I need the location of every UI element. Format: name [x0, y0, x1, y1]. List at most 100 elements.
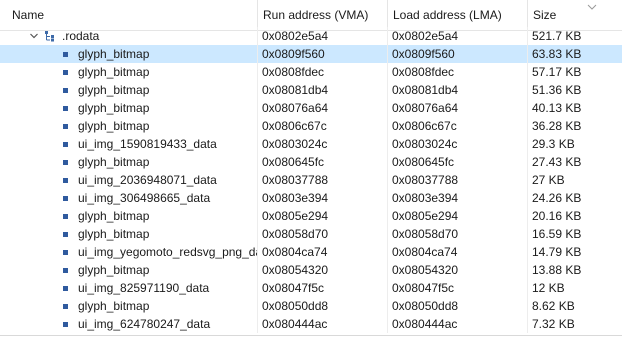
load-address-cell: 0x08081db4 [387, 81, 527, 99]
run-address-cell: 0x08076a64 [257, 99, 387, 117]
size-cell: 57.17 KB [527, 63, 622, 81]
symbol-row[interactable]: glyph_bitmap 0x08054320 0x08054320 13.88 KB [0, 261, 622, 279]
symbol-name: ui_img_825971190_data [78, 281, 210, 295]
name-cell: glyph_bitmap [0, 225, 257, 243]
size-cell: 27.43 KB [527, 153, 622, 171]
table-bottom-border [0, 335, 622, 336]
symbol-row[interactable]: ui_img_1590819433_data 0x0803024c 0x080302… [0, 135, 622, 153]
load-address-cell: 0x0803e394 [387, 189, 527, 207]
symbol-square-icon [63, 160, 68, 165]
symbol-name: glyph_bitmap [78, 227, 150, 241]
chevron-down-icon[interactable] [29, 27, 39, 45]
symbol-square-icon [63, 214, 68, 219]
name-cell: glyph_bitmap [0, 63, 257, 81]
name-cell: ui_img_1590819433_data [0, 135, 257, 153]
load-address-cell: 0x08047f5c [387, 279, 527, 297]
symbol-row[interactable]: ui_img_825971190_data 0x08047f5c 0x08047f5… [0, 279, 622, 297]
symbol-row[interactable]: ui_img_306498665_data 0x0803e394 0x0803e39… [0, 189, 622, 207]
column-header-run-address[interactable]: Run address (VMA) [257, 0, 387, 30]
symbol-square-icon [63, 142, 68, 147]
symbol-name: glyph_bitmap [78, 155, 150, 169]
run-address-cell: 0x0803e394 [257, 189, 387, 207]
run-address-cell: 0x080444ac [257, 315, 387, 333]
size-cell: 40.13 KB [527, 99, 622, 117]
run-address-cell: 0x08050dd8 [257, 297, 387, 315]
symbol-row[interactable]: ui_img_624780247_data 0x080444ac 0x080444a… [0, 315, 622, 333]
load-address-cell: 0x08050dd8 [387, 297, 527, 315]
run-address-cell: 0x0806c67c [257, 117, 387, 135]
symbol-name: ui_img_yegomoto_redsvg_png_data [78, 245, 257, 259]
symbol-name: glyph_bitmap [78, 299, 150, 313]
name-cell: glyph_bitmap [0, 297, 257, 315]
symbol-row[interactable]: glyph_bitmap 0x0809f560 0x0809f560 63.83 KB [0, 45, 622, 63]
name-cell: ui_img_825971190_data [0, 279, 257, 297]
symbol-square-icon [63, 70, 68, 75]
symbol-name: ui_img_306498665_data [78, 191, 211, 205]
symbol-name: glyph_bitmap [78, 47, 150, 61]
symbol-square-icon [63, 286, 68, 291]
load-address-cell: 0x0802e5a4 [387, 27, 527, 45]
load-address-cell: 0x0809f560 [387, 45, 527, 63]
run-address-cell: 0x08047f5c [257, 279, 387, 297]
symbol-name: glyph_bitmap [78, 263, 150, 277]
size-cell: 51.36 KB [527, 81, 622, 99]
column-header-name[interactable]: Name [0, 0, 257, 30]
load-address-cell: 0x0804ca74 [387, 243, 527, 261]
symbol-name: glyph_bitmap [78, 209, 150, 223]
symbol-square-icon [63, 250, 68, 255]
table-body: .rodata 0x0802e5a4 0x0802e5a4 521.7 KB g… [0, 27, 622, 333]
run-address-cell: 0x0803024c [257, 135, 387, 153]
section-label: .rodata [62, 29, 100, 43]
symbol-row[interactable]: glyph_bitmap 0x0808fdec 0x0808fdec 57.17 KB [0, 63, 622, 81]
name-cell: glyph_bitmap [0, 153, 257, 171]
symbol-name: glyph_bitmap [78, 65, 150, 79]
sort-descending-icon[interactable] [587, 3, 597, 11]
symbol-row[interactable]: glyph_bitmap 0x08081db4 0x08081db4 51.36 KB [0, 81, 622, 99]
size-cell: 63.83 KB [527, 45, 622, 63]
size-cell: 20.16 KB [527, 207, 622, 225]
symbol-square-icon [63, 88, 68, 93]
name-cell: ui_img_306498665_data [0, 189, 257, 207]
load-address-cell: 0x08037788 [387, 171, 527, 189]
symbol-square-icon [63, 196, 68, 201]
load-address-cell: 0x0803024c [387, 135, 527, 153]
symbol-row[interactable]: glyph_bitmap 0x08076a64 0x08076a64 40.13 KB [0, 99, 622, 117]
run-address-cell: 0x0802e5a4 [257, 27, 387, 45]
run-address-cell: 0x0804ca74 [257, 243, 387, 261]
symbol-row[interactable]: ui_img_yegomoto_redsvg_png_data 0x0804ca7… [0, 243, 622, 261]
size-cell: 27 KB [527, 171, 622, 189]
symbol-row[interactable]: glyph_bitmap 0x08058d70 0x08058d70 16.59 KB [0, 225, 622, 243]
name-cell: glyph_bitmap [0, 207, 257, 225]
symbol-name: glyph_bitmap [78, 119, 150, 133]
run-address-cell: 0x08058d70 [257, 225, 387, 243]
load-address-cell: 0x080645fc [387, 153, 527, 171]
size-cell: 29.3 KB [527, 135, 622, 153]
symbol-square-icon [63, 178, 68, 183]
run-address-cell: 0x0809f560 [257, 45, 387, 63]
name-cell: ui_img_624780247_data [0, 315, 257, 333]
load-address-cell: 0x08058d70 [387, 225, 527, 243]
symbol-square-icon [63, 304, 68, 309]
run-address-cell: 0x0805e294 [257, 207, 387, 225]
memory-details-table: Name Run address (VMA) Load address (LMA… [0, 0, 622, 339]
column-header-load-address[interactable]: Load address (LMA) [387, 0, 527, 30]
run-address-cell: 0x080645fc [257, 153, 387, 171]
symbol-name: ui_img_2036948071_data [78, 173, 217, 187]
symbol-row[interactable]: glyph_bitmap 0x080645fc 0x080645fc 27.43 KB [0, 153, 622, 171]
symbol-name: ui_img_624780247_data [78, 317, 211, 331]
size-cell: 16.59 KB [527, 225, 622, 243]
symbol-row[interactable]: glyph_bitmap 0x08050dd8 0x08050dd8 8.62 KB [0, 297, 622, 315]
name-cell: .rodata [0, 27, 257, 45]
symbol-square-icon [63, 322, 68, 327]
symbol-square-icon [63, 124, 68, 129]
name-cell: ui_img_2036948071_data [0, 171, 257, 189]
size-cell: 24.26 KB [527, 189, 622, 207]
symbol-square-icon [63, 52, 68, 57]
column-header-size[interactable]: Size [527, 0, 622, 30]
run-address-cell: 0x0808fdec [257, 63, 387, 81]
symbol-square-icon [63, 232, 68, 237]
symbol-row[interactable]: glyph_bitmap 0x0805e294 0x0805e294 20.16 KB [0, 207, 622, 225]
section-row-rodata[interactable]: .rodata 0x0802e5a4 0x0802e5a4 521.7 KB [0, 27, 622, 45]
symbol-row[interactable]: ui_img_2036948071_data 0x08037788 0x080377… [0, 171, 622, 189]
symbol-row[interactable]: glyph_bitmap 0x0806c67c 0x0806c67c 36.28 KB [0, 117, 622, 135]
